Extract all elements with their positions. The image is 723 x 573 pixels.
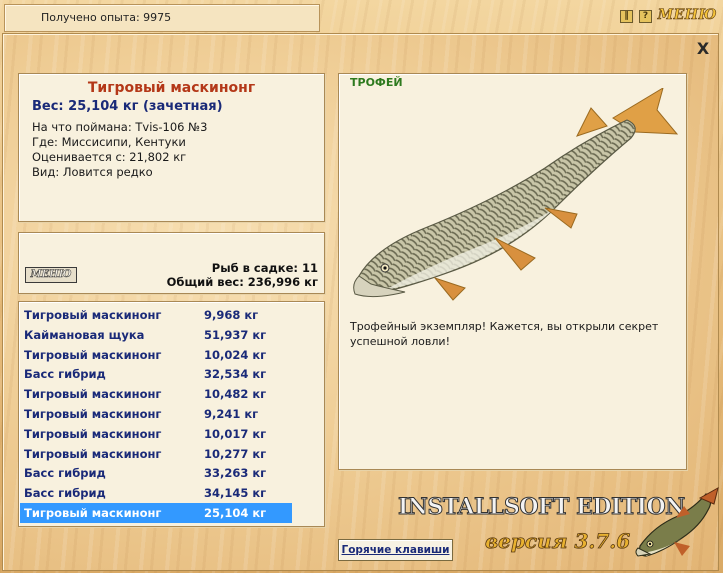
pause-button[interactable]: ‖: [620, 10, 633, 23]
trophy-panel: ТРОФЕЙ Трофейный экземпляр! Кажется, вы …: [338, 73, 687, 470]
cage-summary-panel: МЕНЮ Рыб в садке: 11 Общий вес: 236,996 …: [18, 232, 325, 294]
catch-fish-weight: 51,937 кг: [204, 327, 267, 342]
catch-list: Тигровый маскинонг 9,968 кг Каймановая щук…: [18, 301, 325, 527]
pike-logo-icon: [635, 487, 719, 557]
fish-info-panel: Тигровый маскинонг Вес: 25,104 кг (зачет…: [18, 73, 325, 222]
catch-list-row[interactable]: Каймановая щука 51,937 кг: [20, 325, 292, 345]
catch-fish-weight: 33,263 кг: [204, 466, 267, 481]
catch-fish-weight: 10,482 кг: [204, 387, 267, 402]
catch-list-row[interactable]: Басс гибрид 32,534 кг: [20, 364, 292, 384]
help-button[interactable]: ?: [639, 10, 652, 23]
version-label: версия 3.7.6: [485, 529, 631, 554]
cage-count: Рыб в садке: 11: [211, 261, 318, 275]
close-icon[interactable]: X: [695, 41, 711, 57]
catch-list-row[interactable]: Тигровый маскинонг 10,017 кг: [20, 424, 292, 444]
catch-list-row[interactable]: Тигровый маскинонг 10,277 кг: [20, 444, 292, 464]
catch-fish-name: Каймановая щука: [24, 327, 145, 342]
fish-value: Оценивается с: 21,802 кг: [32, 150, 187, 164]
catch-list-row[interactable]: Тигровый маскинонг 9,241 кг: [20, 404, 292, 424]
catch-fish-name: Тигровый маскинонг: [24, 347, 162, 362]
fish-weight: Вес: 25,104 кг (зачетная): [32, 99, 223, 114]
help-icon: ?: [642, 11, 649, 21]
catch-fish-name: Басс гибрид: [24, 367, 106, 382]
experience-bar: Получено опыта: 9975: [4, 4, 320, 32]
catch-fish-weight: 34,145 кг: [204, 486, 267, 501]
catch-list-row[interactable]: Тигровый маскинонг 9,968 кг: [20, 305, 292, 325]
catch-fish-weight: 32,534 кг: [204, 367, 267, 382]
catch-fish-weight: 10,017 кг: [204, 426, 267, 441]
fish-bait: На что поймана: Tvis-106 №3: [32, 120, 208, 134]
catch-fish-name: Тигровый маскинонг: [24, 506, 162, 520]
fish-location: Где: Миссисипи, Кентуки: [32, 135, 186, 149]
cage-total-weight: Общий вес: 236,996 кг: [166, 275, 318, 289]
catch-fish-name: Тигровый маскинонг: [24, 446, 162, 461]
catch-fish-name: Тигровый маскинонг: [24, 407, 162, 421]
hotkeys-button[interactable]: Горячие клавиши: [338, 539, 453, 561]
catch-fish-weight: 25,104 кг: [204, 506, 267, 520]
catch-fish-weight: 9,241 кг: [204, 407, 259, 421]
main-menu-button[interactable]: МЕНЮ: [657, 7, 717, 24]
catch-fish-name: Тигровый маскинонг: [24, 308, 162, 322]
pause-icon: ‖: [624, 11, 629, 21]
catch-fish-name: Тигровый маскинонг: [24, 426, 162, 441]
cage-menu-button[interactable]: МЕНЮ: [25, 267, 77, 283]
trophy-message: Трофейный экземпляр! Кажется, вы открыли…: [350, 320, 659, 348]
fish-rarity: Вид: Ловится редко: [32, 165, 153, 179]
catch-fish-name: Басс гибрид: [24, 466, 106, 481]
experience-text: Получено опыта: 9975: [41, 11, 172, 24]
fish-name: Тигровый маскинонг: [87, 80, 256, 96]
catch-list-row[interactable]: Басс гибрид 34,145 кг: [20, 483, 292, 503]
catch-list-row[interactable]: Тигровый маскинонг 25,104 кг: [20, 503, 292, 523]
catch-fish-name: Тигровый маскинонг: [24, 387, 162, 402]
fish-image: [353, 88, 679, 301]
catch-list-row[interactable]: Басс гибрид 33,263 кг: [20, 463, 292, 483]
catch-fish-weight: 10,277 кг: [204, 446, 267, 461]
catch-fish-weight: 9,968 кг: [204, 308, 259, 322]
catch-fish-name: Басс гибрид: [24, 486, 106, 501]
catch-list-row[interactable]: Тигровый маскинонг 10,482 кг: [20, 384, 292, 404]
catch-fish-weight: 10,024 кг: [204, 347, 267, 362]
catch-list-row[interactable]: Тигровый маскинонг 10,024 кг: [20, 345, 292, 365]
